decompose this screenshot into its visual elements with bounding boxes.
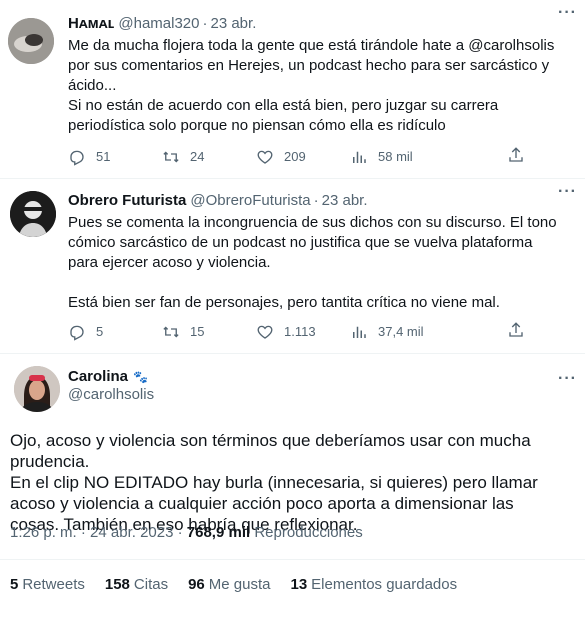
separator-dot: ·: [202, 15, 208, 32]
stat-value: 96: [188, 576, 205, 593]
retweet-button[interactable]: 15: [162, 323, 256, 341]
more-icon[interactable]: ···: [558, 183, 577, 201]
views-count: 37,4 mil: [378, 324, 424, 339]
retweet-icon: [163, 326, 179, 337]
display-name[interactable]: Hᴀᴍᴀʟ: [68, 14, 114, 34]
tweet-date[interactable]: 23 abr.: [210, 14, 256, 34]
tweet-text-line: Ojo, acoso y violencia son términos que …: [10, 431, 531, 450]
username[interactable]: @hamal320: [118, 14, 199, 34]
stat-retweets[interactable]: 5 Retweets: [10, 576, 85, 593]
tweet-actions: 5 15 1.113 37,4 mil: [68, 321, 525, 342]
avatar[interactable]: [14, 366, 60, 412]
analytics-icon: [353, 326, 366, 338]
views-button[interactable]: 58 mil: [350, 148, 444, 166]
heart-icon: [257, 150, 273, 164]
tweet-content: Hᴀᴍᴀʟ @hamal320 · 23 abr. Me da mucha fl…: [68, 14, 571, 136]
reply-button[interactable]: 51: [68, 148, 162, 166]
main-tweet-header: Carolina 🐾 @carolhsolis: [68, 368, 154, 403]
stat-label: Retweets: [22, 576, 85, 593]
tweet-text-line: Está bien ser fan de personajes, pero ta…: [68, 294, 500, 311]
reply-icon: [70, 150, 84, 166]
tweet-actions: 51 24 209 58 mil: [68, 146, 525, 167]
analytics-icon: [353, 151, 366, 163]
main-tweet: Carolina 🐾 @carolhsolis ··· Ojo, acoso y…: [0, 353, 585, 622]
views-button[interactable]: 37,4 mil: [350, 323, 444, 341]
separator-dot: ·: [313, 192, 319, 209]
avatar[interactable]: [10, 191, 56, 237]
tweet-text: Me da mucha flojera toda la gente que es…: [68, 36, 571, 136]
tweet-content: Obrero Futurista @ObreroFuturista · 23 a…: [68, 191, 571, 313]
heart-icon: [257, 325, 273, 339]
like-count: 209: [284, 149, 306, 164]
tweet-text-line: cómico sarcástico de un podcast no justi…: [68, 234, 533, 251]
reply-icon: [70, 325, 84, 341]
tweet-meta: 1:26 p. m. · 24 abr. 2023 · 768,9 mil Re…: [10, 524, 363, 541]
tweet-text-line: acoso y violencia a cualquier acción poc…: [10, 494, 514, 513]
display-name[interactable]: Carolina: [68, 368, 128, 385]
avatar-image: [10, 191, 56, 237]
reply-tweet-hamal[interactable]: Hᴀᴍᴀʟ @hamal320 · 23 abr. Me da mucha fl…: [0, 0, 585, 178]
stat-value: 158: [104, 576, 130, 593]
retweet-count: 15: [190, 324, 205, 339]
views-count: 58 mil: [378, 149, 413, 164]
reply-count: 51: [96, 149, 111, 164]
tweet-date[interactable]: 23 abr.: [322, 191, 368, 211]
tweet-text-line: prudencia.: [10, 452, 90, 471]
stat-value: 13: [290, 576, 308, 593]
tweet-text-line: para ejercer acoso y violencia.: [68, 254, 271, 271]
like-count: 1.113: [284, 324, 316, 339]
share-button[interactable]: [507, 321, 525, 342]
tweet-text: Ojo, acoso y violencia son términos que …: [10, 430, 565, 535]
tweet-text-line: Pues se comenta la incongruencia de sus …: [68, 214, 557, 231]
more-icon[interactable]: ···: [558, 4, 577, 22]
retweet-icon: [163, 151, 179, 162]
engagement-stats: 5 Retweets 158 Citas 96 Me gusta 13 Elemento…: [0, 559, 585, 609]
tweet-text-line: En el clip NO EDITADO hay burla (inneces…: [10, 473, 538, 492]
stat-label: Me gusta: [208, 576, 271, 593]
views-count: 768,9 mil: [186, 524, 251, 541]
tweet-header: Hᴀᴍᴀʟ @hamal320 · 23 abr.: [68, 14, 571, 34]
avatar-image: [14, 366, 60, 412]
username[interactable]: @carolhsolis: [68, 386, 154, 403]
stat-bookmarks[interactable]: 13 Elementos guardados: [290, 576, 457, 593]
more-icon[interactable]: ···: [558, 370, 577, 388]
reply-tweet-obrero[interactable]: Obrero Futurista @ObreroFuturista · 23 a…: [0, 178, 585, 353]
like-button[interactable]: 1.113: [256, 323, 350, 341]
tweet-timestamp[interactable]: 1:26 p. m. · 24 abr. 2023 ·: [10, 524, 183, 541]
reply-count: 5: [96, 324, 104, 339]
paw-icon: 🐾: [133, 369, 148, 384]
tweet-header: Obrero Futurista @ObreroFuturista · 23 a…: [68, 191, 571, 211]
name-row: Carolina 🐾: [68, 368, 154, 385]
views-label: Reproducciones: [254, 524, 363, 541]
stat-label: Citas: [133, 576, 169, 593]
stat-likes[interactable]: 96 Me gusta: [188, 576, 270, 593]
tweet-text-line: periodística solo porque no piensan cómo…: [68, 117, 446, 134]
stat-value: 5: [10, 576, 19, 593]
tweet-text-line: ácido...: [68, 77, 117, 94]
tweet-text-line: por sus comentarios en Herejes, un podca…: [68, 57, 550, 74]
stat-label: Elementos guardados: [311, 576, 458, 593]
username[interactable]: @ObreroFuturista: [190, 191, 310, 211]
tweet-text: Pues se comenta la incongruencia de sus …: [68, 213, 571, 313]
share-icon: [509, 322, 523, 337]
avatar-image: [8, 18, 54, 64]
avatar[interactable]: [8, 18, 54, 64]
retweet-button[interactable]: 24: [162, 148, 256, 166]
retweet-count: 24: [190, 149, 205, 164]
share-button[interactable]: [507, 146, 525, 167]
stat-quotes[interactable]: 158 Citas: [105, 576, 168, 593]
tweet-text-line: Si no están de acuerdo con ella está bie…: [68, 97, 499, 114]
share-icon: [509, 147, 523, 162]
like-button[interactable]: 209: [256, 148, 350, 166]
reply-button[interactable]: 5: [68, 323, 162, 341]
display-name[interactable]: Obrero Futurista: [68, 191, 186, 211]
tweet-text-line: Me da mucha flojera toda la gente que es…: [68, 37, 555, 54]
